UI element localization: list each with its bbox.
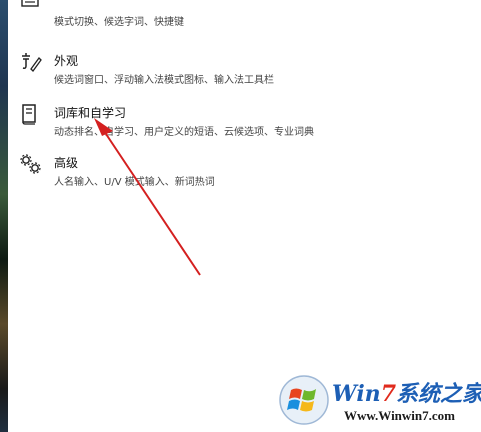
- watermark-url: Www.Winwin7.com: [344, 408, 455, 423]
- windows-logo-icon: [279, 375, 329, 425]
- watermark-brand-win: Win: [332, 381, 381, 407]
- watermark-brand-num: 7: [380, 381, 396, 407]
- watermark-brand: Win7系统之家: [332, 376, 481, 408]
- watermark: Win7系统之家 Www.Winwin7.com: [278, 372, 481, 430]
- watermark-brand-cn: 系统之家: [396, 381, 481, 407]
- annotation-arrow: [94, 118, 201, 276]
